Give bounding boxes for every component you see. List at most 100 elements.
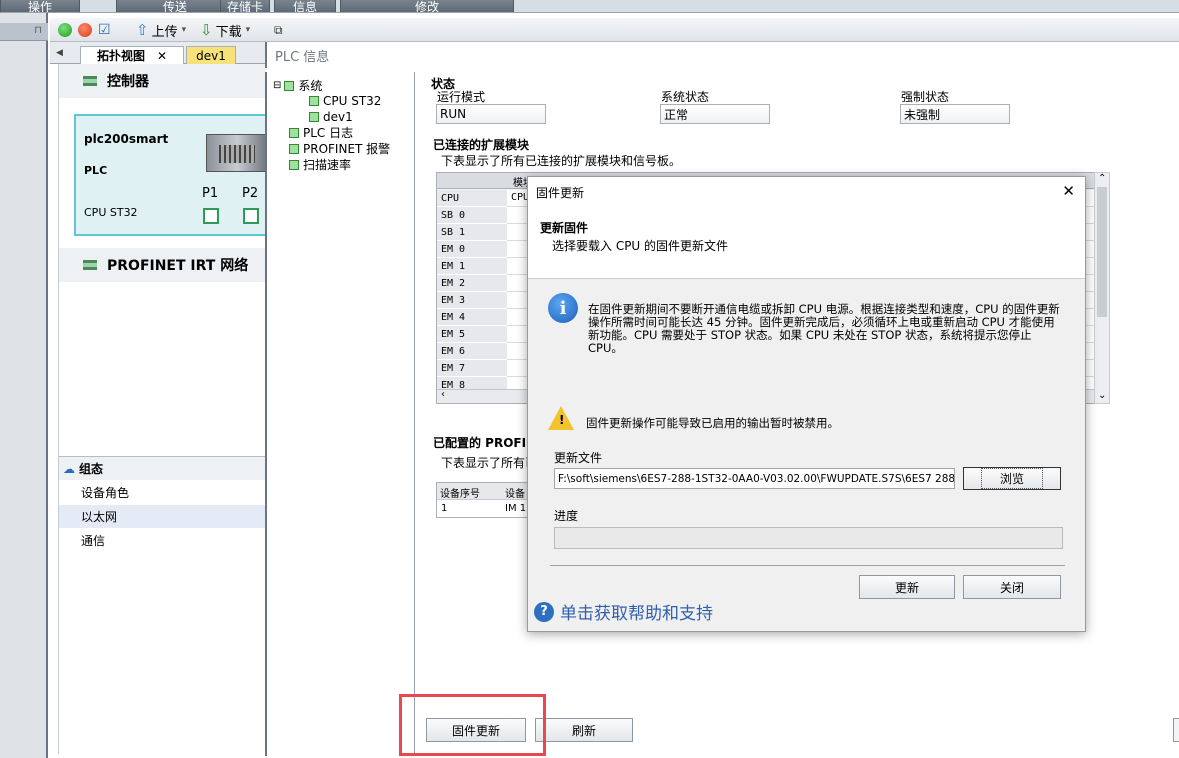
module-row-label: EM 0 bbox=[437, 241, 507, 258]
dev-row-index: 1 bbox=[441, 503, 448, 514]
run-mode-label: 运行模式 bbox=[437, 90, 486, 104]
configured-title: 已配置的 PROFI bbox=[433, 436, 527, 450]
dock-header: ⊓ bbox=[0, 23, 48, 41]
dialog-subheading: 选择要载入 CPU 的固件更新文件 bbox=[552, 239, 729, 253]
ribbon-tab-operation[interactable]: 操作 bbox=[0, 0, 80, 12]
update-button[interactable]: 更新 bbox=[859, 575, 955, 599]
stop-button[interactable] bbox=[78, 22, 92, 38]
config-panel: ☁ 组态 设备角色 以太网 通信 bbox=[59, 456, 266, 752]
config-item-ethernet[interactable]: 以太网 bbox=[59, 505, 266, 528]
compile-icon: ☑ bbox=[98, 22, 111, 38]
module-row-label: EM 3 bbox=[437, 292, 507, 309]
module-row-label: EM 4 bbox=[437, 309, 507, 326]
controller-label: 控制器 bbox=[107, 74, 149, 90]
network-button[interactable]: ⧉ bbox=[274, 22, 283, 38]
dialog-info-text: 在固件更新期间不要断开通信电缆或拆卸 CPU 电源。根据连接类型和速度，CPU … bbox=[588, 302, 1060, 355]
configured-desc: 下表显示了所有已 bbox=[441, 456, 538, 470]
warning-mark: ! bbox=[559, 413, 565, 427]
plc-device-card[interactable]: plc200smart PLC CPU ST32 P1 P2 bbox=[74, 114, 274, 236]
modules-desc: 下表显示了所有已连接的扩展模块和信号板。 bbox=[441, 154, 682, 168]
tree-node-plc-log[interactable]: PLC 日志 bbox=[289, 125, 353, 140]
module-row-label: SB 0 bbox=[437, 207, 507, 224]
close-button[interactable]: 关闭 bbox=[963, 575, 1061, 599]
tree-node-cpu-label: CPU ST32 bbox=[323, 93, 382, 108]
chevron-down-icon: ▾ bbox=[181, 25, 187, 35]
dialog-header: 更新固件 选择要载入 CPU 的固件更新文件 bbox=[528, 207, 1085, 279]
highlight-box bbox=[399, 694, 546, 756]
tree-node-system[interactable]: ⊟ 系统 bbox=[273, 78, 322, 93]
tab-topology[interactable]: 拓扑视图 ✕ bbox=[80, 46, 184, 64]
tree-node-dev1[interactable]: dev1 bbox=[309, 109, 353, 124]
tree-node-system-label: 系统 bbox=[298, 79, 323, 93]
compile-button[interactable]: ☑ bbox=[98, 22, 111, 38]
download-label: 下载 bbox=[215, 24, 242, 40]
tree-node-plc-log-label: PLC 日志 bbox=[303, 126, 354, 140]
port-p1[interactable] bbox=[203, 208, 219, 224]
run-mode-field: RUN bbox=[436, 104, 546, 124]
module-row-label: CPU bbox=[437, 190, 507, 207]
chevron-left-icon[interactable]: ◀ bbox=[56, 48, 63, 58]
ribbon-tab-transfer[interactable]: 传送 bbox=[116, 0, 234, 12]
plc-terminal-strip bbox=[219, 145, 255, 163]
tree-node-scan-rate[interactable]: 扫描速率 bbox=[289, 157, 351, 172]
topology-panel: 控制器 plc200smart PLC CPU ST32 P1 P2 PROFI… bbox=[58, 64, 274, 754]
port-p2[interactable] bbox=[243, 208, 259, 224]
vertical-scrollbar[interactable]: ⌃ ⌄ bbox=[1094, 172, 1110, 404]
file-label: 更新文件 bbox=[554, 451, 603, 465]
plc-hardware-icon bbox=[206, 134, 268, 172]
browse-button[interactable]: 浏览 bbox=[963, 467, 1061, 490]
dialog-separator bbox=[550, 565, 1065, 566]
refresh-button[interactable]: 刷新 bbox=[535, 718, 633, 742]
close-icon[interactable]: ✕ bbox=[157, 49, 167, 63]
chevron-down-icon[interactable]: ⌄ bbox=[1098, 390, 1106, 401]
tree-node-profinet-alarm-label: PROFINET 报警 bbox=[303, 142, 391, 156]
progress-label: 进度 bbox=[554, 509, 579, 523]
upload-button[interactable]: ⇧ 上传 ▾ bbox=[136, 21, 187, 40]
ribbon-tab-modify[interactable]: 修改 bbox=[340, 0, 514, 12]
help-link[interactable]: ? 单击获取帮助和支持 bbox=[534, 599, 713, 624]
scrollbar-thumb[interactable] bbox=[1097, 187, 1107, 317]
config-icon: ☁ bbox=[63, 461, 75, 476]
tree-node-profinet-alarm[interactable]: PROFINET 报警 bbox=[289, 141, 390, 156]
ribbon-tab-info[interactable]: 信息 bbox=[274, 0, 336, 12]
tab-topology-label: 拓扑视图 bbox=[96, 49, 145, 63]
view-tabs: ◀ 拓扑视图 ✕ dev1 bbox=[50, 42, 265, 64]
chevron-left-icon[interactable]: ‹ bbox=[441, 389, 445, 400]
tab-dev1[interactable]: dev1 bbox=[186, 46, 236, 64]
help-icon: ? bbox=[534, 601, 554, 622]
dialog-warning-text: 固件更新操作可能导致已启用的输出暂时被禁用。 bbox=[586, 416, 839, 430]
dev-header-1: 设备序号 bbox=[440, 489, 480, 500]
pin-icon[interactable]: ⊓ bbox=[34, 25, 42, 36]
port-p2-label: P2 bbox=[242, 186, 259, 201]
module-row-label: EM 1 bbox=[437, 258, 507, 275]
file-path-input[interactable]: F:\soft\siemens\6ES7-288-1ST32-0AA0-V03.… bbox=[554, 468, 955, 489]
stop-icon bbox=[78, 23, 92, 37]
left-dock-strip: ⊓ bbox=[0, 13, 48, 758]
module-row-label: EM 7 bbox=[437, 360, 507, 377]
more-button[interactable] bbox=[1173, 718, 1179, 742]
run-button[interactable] bbox=[58, 22, 72, 38]
modules-title: 已连接的扩展模块 bbox=[433, 138, 530, 152]
firmware-update-dialog: 固件更新 ✕ 更新固件 选择要载入 CPU 的固件更新文件 i 在固件更新期间不… bbox=[527, 176, 1086, 632]
config-header: ☁ 组态 bbox=[59, 457, 266, 480]
dialog-title: 固件更新 bbox=[536, 185, 585, 200]
network-icon: ⧉ bbox=[274, 22, 283, 37]
port-p1-label: P1 bbox=[202, 186, 219, 201]
ribbon-tab-memory-card[interactable]: 存储卡 bbox=[220, 0, 270, 12]
help-link-label: 单击获取帮助和支持 bbox=[560, 604, 713, 624]
controller-header: 控制器 bbox=[59, 64, 266, 98]
chevron-up-icon[interactable]: ⌃ bbox=[1098, 173, 1106, 184]
config-item-communication[interactable]: 通信 bbox=[59, 529, 266, 552]
close-icon[interactable]: ✕ bbox=[1062, 182, 1075, 200]
force-status-label: 强制状态 bbox=[901, 90, 950, 104]
network-label: PROFINET IRT 网络 bbox=[107, 258, 249, 274]
download-button[interactable]: ⇩ 下载 ▾ bbox=[200, 21, 250, 40]
tree-node-cpu[interactable]: CPU ST32 bbox=[309, 93, 381, 108]
network-header: PROFINET IRT 网络 bbox=[59, 248, 266, 282]
config-item-device-role[interactable]: 设备角色 bbox=[59, 481, 266, 504]
dev-header-2: 设备 bbox=[505, 489, 525, 500]
collapse-icon[interactable]: ⊟ bbox=[273, 80, 281, 91]
browse-button-label: 浏览 bbox=[980, 468, 1043, 489]
tab-dev1-label: dev1 bbox=[196, 48, 226, 63]
dialog-heading: 更新固件 bbox=[540, 221, 589, 235]
